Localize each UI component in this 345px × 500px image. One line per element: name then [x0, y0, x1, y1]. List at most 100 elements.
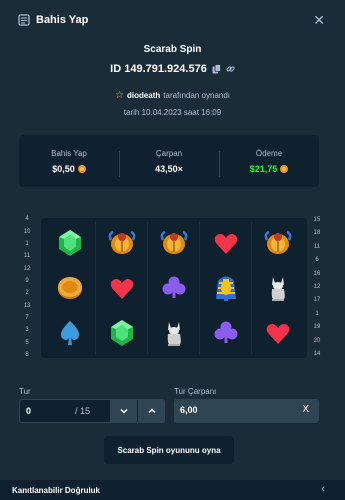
club-icon: [214, 321, 237, 343]
heart-icon: [214, 234, 237, 255]
reel-cell: [96, 310, 148, 355]
emerald-icon: [58, 230, 81, 257]
payline-number: 6: [315, 257, 319, 264]
payline-number: 12: [23, 265, 31, 272]
payline-number: 2: [25, 290, 29, 297]
modal-title: Bahis Yap: [36, 14, 89, 26]
stat-multiplier-value: 43,50×: [155, 163, 183, 174]
payline-number: 5: [25, 339, 29, 346]
bet-slip-icon: [18, 14, 30, 26]
stat-payout-value: $21,75: [249, 163, 278, 174]
stat-payout: Ödeme $21,75: [219, 148, 319, 177]
payline-number: 13: [23, 302, 31, 309]
close-icon[interactable]: ✕: [313, 12, 325, 28]
stat-bet: Bahis Yap $0,50: [19, 149, 119, 174]
rounds-max: / 15: [75, 406, 91, 416]
club-icon: [162, 276, 185, 298]
payline-number: 16: [313, 270, 321, 277]
rounds-increase-button[interactable]: [138, 399, 165, 423]
reel-cell: [148, 221, 200, 266]
payline-number: 11: [313, 243, 321, 250]
chevron-up-icon: [147, 408, 156, 414]
payline-number: 3: [25, 327, 29, 334]
stat-payout-value-row: $21,75: [219, 164, 319, 174]
scarab-icon: [264, 231, 292, 255]
link-icon[interactable]: [226, 64, 235, 74]
player-name[interactable]: diodeath: [127, 91, 160, 100]
heart-icon: [266, 323, 290, 344]
pharaoh-icon: [215, 276, 236, 301]
stat-multiplier-label: Çarpan: [155, 148, 183, 158]
reel-cell: [148, 310, 200, 355]
round-multiplier-field: 6,00 X: [174, 399, 319, 423]
round-multiplier-input[interactable]: 6,00: [180, 405, 198, 415]
stat-multiplier: Çarpan 43,50×: [119, 148, 219, 177]
bet-details-modal: Bahis Yap ✕ Scarab Spin ID 149.791.924.5…: [0, 0, 345, 500]
rounds-input[interactable]: 0: [26, 406, 31, 416]
played-by-text: tarafından oynandı: [163, 91, 231, 100]
player-row: ☆ diodeath tarafından oynandı: [0, 90, 345, 101]
paylines-left: 4 10 1 11 12 9 2 13 7 3 5 8: [19, 214, 35, 362]
payline-number: 18: [313, 230, 321, 237]
bet-id-row: ID 149.791.924.576: [0, 63, 345, 75]
bet-stats-panel: Bahis Yap $0,50 Çarpan 43,50× Ödeme $21,…: [19, 135, 319, 187]
payline-number: 14: [313, 351, 321, 358]
bet-date: tarih 10.04.2023 saat 16:09: [123, 108, 222, 117]
slot-board: 4 10 1 11 12 9 2 13 7 3 5 8 15 18 11 6 16 12 17 1 19 20 14: [19, 214, 325, 362]
reel-cell: [96, 221, 148, 266]
scarab-icon: [160, 231, 187, 255]
reel-cell: [252, 310, 304, 355]
reel-cell: [44, 265, 96, 311]
payline-number: 11: [23, 253, 31, 260]
provably-fair-bar[interactable]: Kanıtlanabilir Doğruluk ‹: [0, 480, 345, 500]
emerald-icon: [110, 319, 133, 346]
modal-header: Bahis Yap ✕: [0, 0, 345, 42]
reel-cell: [44, 310, 96, 355]
payline-number: 12: [313, 284, 321, 290]
payline-number: 8: [25, 351, 29, 358]
payline-number: 1: [315, 310, 319, 317]
play-game-button[interactable]: Scarab Spin oyununu oyna: [104, 436, 234, 464]
payline-number: 15: [313, 216, 321, 223]
spade-icon: [60, 320, 79, 345]
payline-number: 7: [25, 314, 29, 321]
rounds-field: 0 / 15: [19, 399, 165, 423]
coin-icon: [57, 276, 82, 299]
heart-icon: [110, 278, 133, 299]
star-icon: ☆: [114, 90, 124, 101]
payline-number: 17: [313, 297, 321, 304]
reel-cell: [200, 221, 252, 266]
payline-number: 1: [25, 240, 29, 247]
reel-cell: [44, 221, 96, 266]
reel-grid: [44, 221, 304, 355]
clear-icon[interactable]: X: [302, 404, 309, 415]
reel-cell: [148, 265, 200, 311]
coin-icon: [77, 164, 86, 173]
game-title: Scarab Spin: [143, 44, 202, 55]
cat-statue-icon: [271, 276, 285, 301]
paylines-right: 15 18 11 6 16 12 17 1 19 20 14: [309, 214, 325, 362]
coin-icon: [280, 164, 289, 173]
chevron-down-icon: [119, 408, 128, 414]
reel-cell: [252, 221, 304, 266]
stat-bet-label: Bahis Yap: [51, 148, 87, 158]
stat-bet-value-row: $0,50: [19, 164, 119, 174]
round-multiplier-label: Tur Çarpanı: [174, 387, 217, 396]
stat-bet-value: $0,50: [52, 163, 75, 174]
reel-cell: [96, 265, 148, 311]
payline-number: 10: [23, 228, 31, 235]
scarab-icon: [108, 231, 135, 255]
reel-grid-frame: [41, 218, 307, 358]
payline-number: 4: [25, 216, 29, 223]
copy-icon[interactable]: [212, 64, 221, 74]
rounds-decrease-button[interactable]: [110, 399, 137, 423]
stat-payout-label: Ödeme: [255, 148, 283, 158]
chevron-left-icon[interactable]: ‹: [321, 483, 325, 495]
reel-cell: [200, 310, 252, 355]
bet-id: ID 149.791.924.576: [110, 63, 207, 75]
stat-multiplier-value-row: 43,50×: [119, 164, 219, 174]
rounds-label: Tur: [19, 387, 31, 396]
cat-statue-icon: [167, 321, 181, 346]
reel-cell: [252, 266, 304, 311]
payline-number: 20: [313, 337, 321, 344]
